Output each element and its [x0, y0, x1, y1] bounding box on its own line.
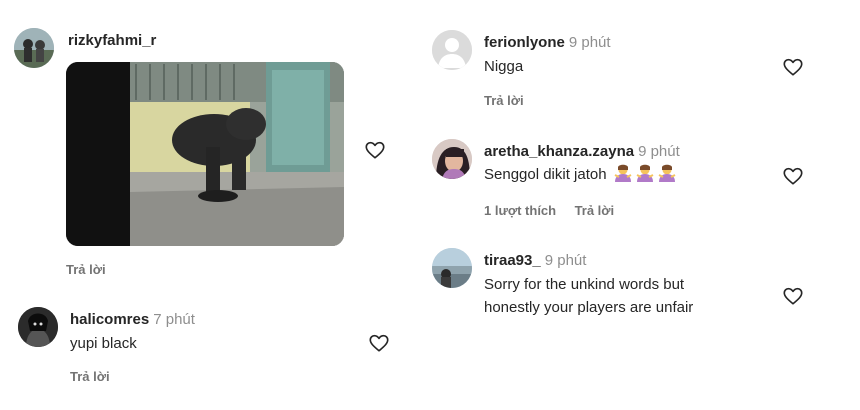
username[interactable]: ferionlyone [484, 34, 565, 51]
reply-button[interactable]: Trả lời [575, 203, 615, 218]
avatar[interactable] [18, 307, 58, 347]
comment-text: yupi black [70, 335, 137, 352]
username[interactable]: rizkyfahmi_r [68, 32, 156, 49]
like-heart-icon[interactable] [782, 165, 804, 187]
person-shrugging-emoji [658, 164, 676, 182]
comment: rizkyfahmi_r Trả lời [0, 0, 420, 290]
avatar[interactable] [432, 139, 472, 179]
comment: ferionlyone 9 phút Nigga Trả lời [420, 20, 840, 120]
comment-text: Senggol dikit jatoh [484, 163, 677, 186]
comment: aretha_khanza.zayna 9 phút Senggol dikit … [420, 128, 840, 228]
gif-media[interactable] [66, 62, 344, 246]
timestamp[interactable]: 9 phút [545, 252, 587, 269]
avatar[interactable] [432, 30, 472, 70]
comment-text: Nigga [484, 58, 524, 75]
like-heart-icon[interactable] [782, 285, 804, 307]
avatar[interactable] [14, 28, 54, 68]
person-shrugging-emoji [636, 164, 654, 182]
comment-text-content: Senggol dikit jatoh [484, 166, 607, 183]
timestamp[interactable]: 9 phút [638, 143, 680, 160]
comment-text: Sorry for the unkind words but honestly … [484, 273, 693, 319]
reply-button[interactable]: Trả lời [70, 369, 110, 384]
comment: halicomres 7 phút yupi black Trả lời [0, 300, 420, 400]
username[interactable]: halicomres [70, 311, 149, 328]
comment: tiraa93_ 9 phút Sorry for the unkind word… [420, 238, 840, 338]
timestamp[interactable]: 9 phút [569, 34, 611, 51]
like-heart-icon[interactable] [782, 56, 804, 78]
timestamp[interactable]: 7 phút [153, 311, 195, 328]
like-heart-icon[interactable] [368, 332, 390, 354]
like-heart-icon[interactable] [364, 139, 386, 161]
reply-button[interactable]: Trả lời [66, 262, 106, 277]
reply-button[interactable]: Trả lời [484, 93, 524, 108]
username[interactable]: tiraa93_ [484, 252, 541, 269]
comment-text-line: Sorry for the unkind words but [484, 276, 685, 293]
likes-count[interactable]: 1 lượt thích [484, 203, 556, 218]
comment-text-line: honestly your players are unfair [484, 299, 694, 316]
person-shrugging-emoji [614, 164, 632, 182]
username[interactable]: aretha_khanza.zayna [484, 143, 634, 160]
avatar[interactable] [432, 248, 472, 288]
